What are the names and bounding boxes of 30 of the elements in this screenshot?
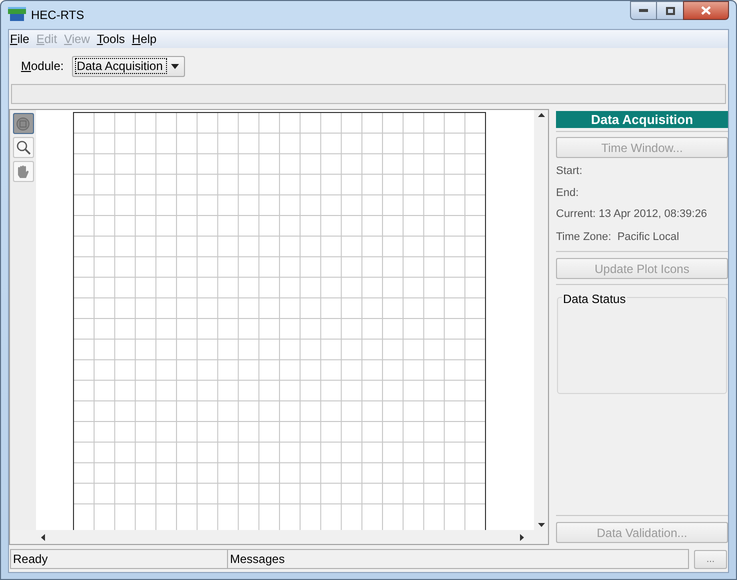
- tool-button[interactable]: [12, 137, 34, 158]
- tool-button[interactable]: [12, 161, 34, 182]
- zoom-icon: [16, 140, 30, 155]
- hand-icon: [16, 164, 30, 179]
- close-icon: [701, 6, 711, 15]
- tool-button[interactable]: [12, 113, 34, 134]
- start-label: Start:: [556, 164, 584, 179]
- scroll-down-icon[interactable]: [538, 523, 544, 527]
- module-dropdown[interactable]: Data Acquisition: [72, 56, 185, 76]
- window-title: HEC-RTS: [31, 7, 84, 24]
- app-logo-icon: [8, 7, 26, 23]
- maximize-button[interactable]: [657, 1, 683, 20]
- messages-text: Messages: [229, 551, 286, 568]
- scroll-left-icon[interactable]: [41, 534, 45, 540]
- current-time-text: Current: 13 Apr 2012, 08:39:26: [556, 207, 708, 222]
- scroll-right-icon[interactable]: [520, 534, 524, 540]
- close-button[interactable]: [683, 1, 729, 20]
- minimize-button[interactable]: [630, 1, 657, 20]
- menu-item[interactable]: File: [10, 30, 30, 48]
- caret-icon: [170, 64, 179, 68]
- status-text: Ready: [11, 550, 228, 568]
- menu-item[interactable]: Help: [132, 30, 157, 48]
- module-label: Module:: [21, 58, 64, 75]
- scroll-up-icon[interactable]: [538, 113, 544, 117]
- end-label: End:: [556, 186, 580, 200]
- time-zone-text: Time Zone: Pacific Local: [556, 230, 680, 244]
- panel-title: Data Acquisition: [556, 111, 728, 128]
- menu-item[interactable]: Tools: [96, 30, 125, 48]
- more-button[interactable]: ...: [694, 550, 727, 568]
- pointer-mode-icon: [16, 116, 30, 130]
